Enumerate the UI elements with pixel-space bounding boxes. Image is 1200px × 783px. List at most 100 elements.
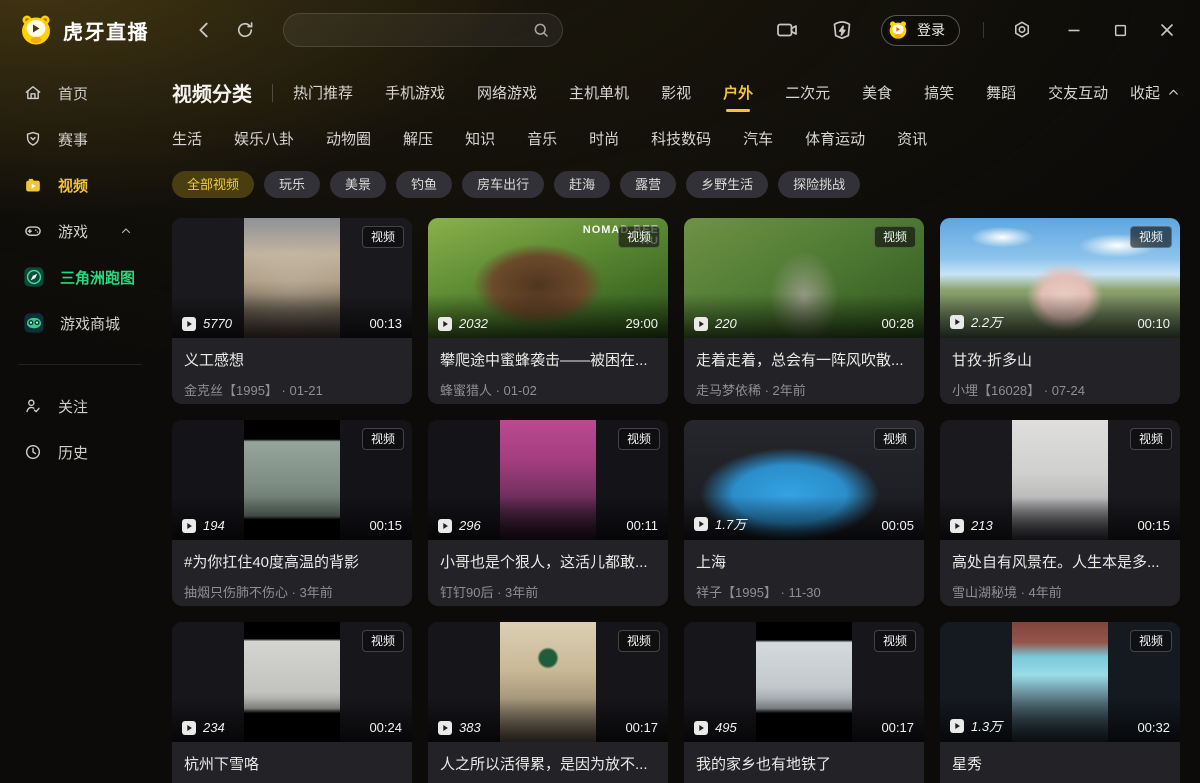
view-count: 296 bbox=[438, 518, 481, 533]
minimize-button[interactable] bbox=[1063, 19, 1085, 41]
video-thumbnail: 视频 194 00:15 bbox=[172, 420, 412, 540]
video-duration: 00:10 bbox=[1137, 316, 1170, 331]
login-button[interactable]: 登录 bbox=[881, 15, 960, 46]
video-info: 我的家乡也有地铁了 海阔麦苗秀 · 一周前 bbox=[684, 742, 924, 783]
video-duration: 00:28 bbox=[881, 316, 914, 331]
video-card[interactable]: 视频 495 00:17 我的家乡也有地铁了 海阔麦苗秀 · 一周前 bbox=[684, 622, 924, 783]
subcategory-tab[interactable]: 音乐 bbox=[527, 128, 557, 149]
play-count-icon bbox=[182, 317, 196, 331]
app-logo[interactable]: 虎牙直播 bbox=[18, 13, 149, 47]
subcategory-tab[interactable]: 资讯 bbox=[897, 128, 927, 149]
sidebar-item-delta-run[interactable]: 三角洲跑图 bbox=[0, 254, 160, 300]
category-tab[interactable]: 主机单机 bbox=[569, 82, 629, 103]
category-header: 视频分类 热门推荐手机游戏网络游戏主机单机影视户外二次元美食搞笑舞蹈交友互动 收… bbox=[172, 78, 1180, 107]
subcategory-tab[interactable]: 体育运动 bbox=[805, 128, 865, 149]
video-card[interactable]: 视频 194 00:15 #为你扛住40度高温的背影 抽烟只伤肺不伤心 · 3年… bbox=[172, 420, 412, 606]
sidebar-item-home[interactable]: 首页 bbox=[0, 70, 160, 116]
subcategory-tab[interactable]: 娱乐八卦 bbox=[234, 128, 294, 149]
refresh-button[interactable] bbox=[231, 16, 259, 44]
filter-chip[interactable]: 玩乐 bbox=[264, 171, 320, 198]
video-duration: 00:05 bbox=[881, 518, 914, 533]
settings-button[interactable] bbox=[1007, 15, 1037, 45]
subcategory-tabs: 生活 娱乐八卦 动物圈 解压 知识 音乐 时尚 科技数码 汽车 体育运动 资讯 bbox=[172, 128, 1180, 149]
sidebar-item-esports[interactable]: 赛事 bbox=[0, 116, 160, 162]
category-tab[interactable]: 热门推荐 bbox=[293, 82, 353, 103]
video-card[interactable]: 视频 5770 00:13 义工感想 金克丝【1995】 · 01-21 bbox=[172, 218, 412, 404]
video-card[interactable]: 视频 234 00:24 杭州下雪咯 绒意 · 4年前 bbox=[172, 622, 412, 783]
category-tab[interactable]: 交友互动 bbox=[1048, 82, 1108, 103]
home-icon bbox=[23, 83, 43, 103]
view-count: 220 bbox=[694, 316, 737, 331]
filter-chip[interactable]: 房车出行 bbox=[462, 171, 544, 198]
category-tab[interactable]: 二次元 bbox=[785, 82, 830, 103]
video-type-badge: 视频 bbox=[1130, 630, 1172, 652]
filter-chip[interactable]: 露营 bbox=[620, 171, 676, 198]
filter-chip[interactable]: 乡野生活 bbox=[686, 171, 768, 198]
sidebar-item-video[interactable]: 视频 bbox=[0, 162, 160, 208]
sidebar-item-games[interactable]: 游戏 bbox=[0, 208, 160, 254]
subcategory-tab[interactable]: 动物圈 bbox=[326, 128, 371, 149]
collapse-button[interactable]: 收起 bbox=[1130, 82, 1180, 103]
play-count-icon bbox=[694, 317, 708, 331]
subcategory-tab[interactable]: 汽车 bbox=[743, 128, 773, 149]
filter-chip[interactable]: 探险挑战 bbox=[778, 171, 860, 198]
sidebar-item-follow[interactable]: 关注 bbox=[0, 383, 160, 429]
video-type-badge: 视频 bbox=[874, 630, 916, 652]
video-duration: 00:11 bbox=[626, 518, 658, 533]
subcategory-tab[interactable]: 解压 bbox=[403, 128, 433, 149]
play-count-icon bbox=[950, 519, 964, 533]
video-thumbnail: 视频 220 00:28 bbox=[684, 218, 924, 338]
filter-chip[interactable]: 钓鱼 bbox=[396, 171, 452, 198]
chevron-up-icon bbox=[120, 225, 132, 237]
video-card[interactable]: 视频 296 00:11 小哥也是个狠人，这活儿都敢... 钉钉90后 · 3年… bbox=[428, 420, 668, 606]
filter-chip[interactable]: 全部视频 bbox=[172, 171, 254, 198]
filter-chip[interactable]: 美景 bbox=[330, 171, 386, 198]
video-type-badge: 视频 bbox=[362, 428, 404, 450]
view-count: 495 bbox=[694, 720, 737, 735]
video-card[interactable]: 视频 1.7万 00:05 上海 祥子【1995】 · 11-30 bbox=[684, 420, 924, 606]
view-count: 213 bbox=[950, 518, 993, 533]
video-card[interactable]: 视频 2.2万 00:10 甘孜-折多山 小埋【16028】 · 07-24 bbox=[940, 218, 1180, 404]
subcategory-tab[interactable]: 知识 bbox=[465, 128, 495, 149]
back-button[interactable] bbox=[189, 15, 219, 45]
search-input[interactable] bbox=[283, 13, 563, 47]
activity-badge-button[interactable] bbox=[826, 14, 858, 46]
search-icon[interactable] bbox=[532, 21, 550, 39]
close-button[interactable] bbox=[1156, 19, 1178, 41]
category-tab[interactable]: 影视 bbox=[661, 82, 691, 103]
video-type-badge: 视频 bbox=[618, 428, 660, 450]
video-info: 小哥也是个狠人，这活儿都敢... 钉钉90后 · 3年前 bbox=[428, 540, 668, 606]
divider bbox=[272, 84, 273, 102]
video-card[interactable]: 视频 383 00:17 人之所以活得累，是因为放不... 小茶憨憨 · 3年前 bbox=[428, 622, 668, 783]
category-tab[interactable]: 网络游戏 bbox=[477, 82, 537, 103]
video-info: 甘孜-折多山 小埋【16028】 · 07-24 bbox=[940, 338, 1180, 404]
video-thumbnail: 视频 1.3万 00:32 bbox=[940, 622, 1180, 742]
category-tab[interactable]: 户外 bbox=[723, 82, 753, 103]
view-count: 2.2万 bbox=[950, 312, 1002, 331]
category-tab[interactable]: 手机游戏 bbox=[385, 82, 445, 103]
video-type-badge: 视频 bbox=[1130, 428, 1172, 450]
video-card[interactable]: 视频 1.3万 00:32 星秀 龙城、依然是婷儿 · 08-21 bbox=[940, 622, 1180, 783]
subcategory-tab[interactable]: 科技数码 bbox=[651, 128, 711, 149]
view-count-value: 1.7万 bbox=[715, 514, 746, 533]
category-tab[interactable]: 美食 bbox=[862, 82, 892, 103]
video-type-badge: 视频 bbox=[874, 428, 916, 450]
filter-chip[interactable]: 赶海 bbox=[554, 171, 610, 198]
video-card[interactable]: 视频 220 00:28 走着走着，总会有一阵风吹散... 走马梦依稀 · 2年… bbox=[684, 218, 924, 404]
category-tab[interactable]: 舞蹈 bbox=[986, 82, 1016, 103]
video-card[interactable]: 视频 213 00:15 高处自有风景在。人生本是多... 雪山湖秘境 · 4年… bbox=[940, 420, 1180, 606]
subcategory-tab[interactable]: 时尚 bbox=[589, 128, 619, 149]
sidebar-item-history[interactable]: 历史 bbox=[0, 429, 160, 475]
video-type-badge: 视频 bbox=[362, 630, 404, 652]
maximize-button[interactable] bbox=[1110, 20, 1131, 41]
video-info: 杭州下雪咯 绒意 · 4年前 bbox=[172, 742, 412, 783]
sidebar-item-game-store[interactable]: 游戏商城 bbox=[0, 300, 160, 346]
category-tab[interactable]: 搞笑 bbox=[924, 82, 954, 103]
stream-camera-button[interactable] bbox=[771, 14, 803, 46]
subcategory-tab[interactable]: 生活 bbox=[172, 128, 202, 149]
play-count-icon bbox=[438, 317, 452, 331]
thumbnail-meta-overlay: 1.3万 00:32 bbox=[940, 698, 1180, 742]
view-count: 1.3万 bbox=[950, 716, 1002, 735]
play-count-icon bbox=[438, 721, 452, 735]
video-card[interactable]: NOMAD BEE HU 视频 2032 29:00 攀爬途中蜜蜂袭击——被困在… bbox=[428, 218, 668, 404]
